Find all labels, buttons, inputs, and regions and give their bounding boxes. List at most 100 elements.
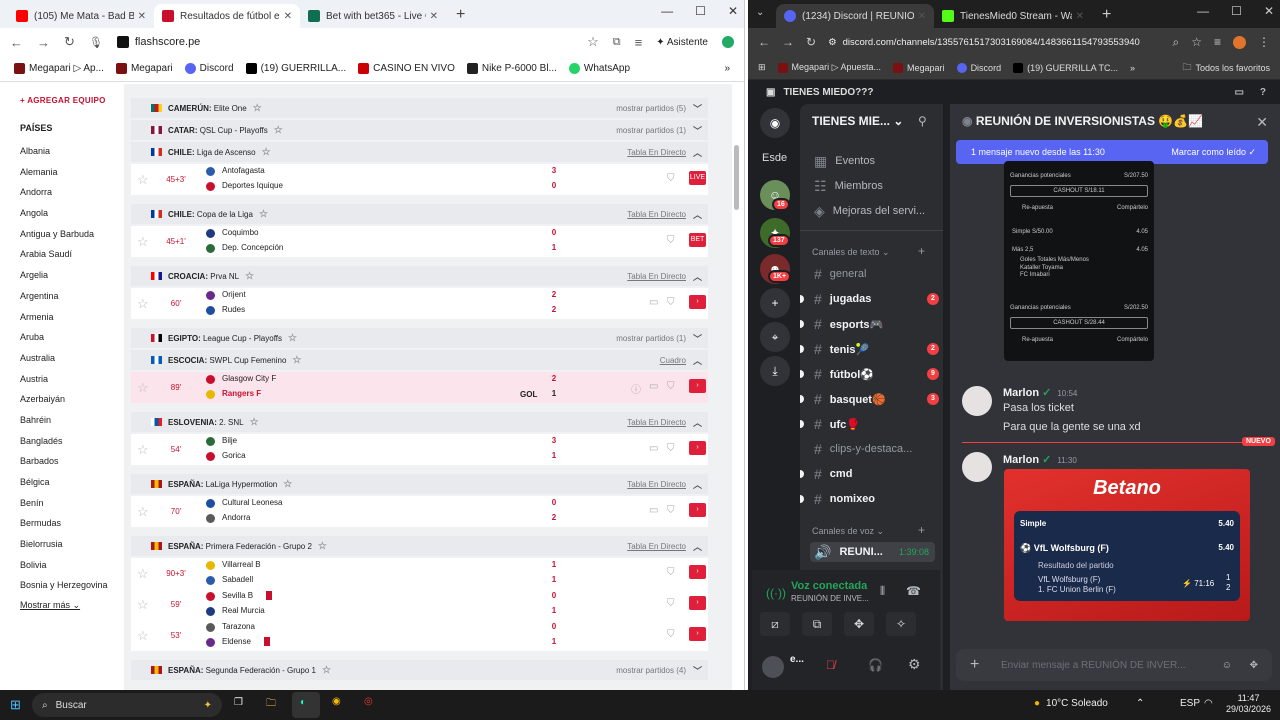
add-server-icon[interactable]: + bbox=[760, 288, 790, 318]
chevron-up-icon[interactable]: ︿ bbox=[693, 540, 702, 553]
league-header[interactable]: CHILE: Copa de la Liga ☆ Tabla En Directo ︿ bbox=[131, 204, 708, 224]
league-action[interactable]: Tabla En Directo bbox=[627, 210, 686, 219]
match-row[interactable]: ☆ 59' Sevilla B Real Murcia 0 1 ⛉ › bbox=[131, 589, 708, 620]
jersey-icon[interactable]: ⛉ bbox=[667, 567, 675, 578]
server-name-header[interactable]: TIENES MIE... ⌄ bbox=[812, 114, 903, 128]
profile-icon[interactable] bbox=[722, 36, 734, 48]
chevron-down-icon[interactable]: ﹀ bbox=[693, 332, 702, 345]
task-view-icon[interactable]: ❐ bbox=[234, 697, 243, 708]
bookmark-2[interactable]: Megapari bbox=[115, 63, 173, 74]
channel-item[interactable]: # tenis🎾 2 bbox=[800, 339, 939, 359]
country-item[interactable]: Aruba bbox=[0, 327, 124, 348]
league-action[interactable]: Tabla En Directo bbox=[627, 148, 686, 157]
show-more-link[interactable]: Mostrar más ⌄ bbox=[0, 600, 124, 611]
jersey-icon[interactable]: ⛉ bbox=[667, 598, 675, 609]
star-icon[interactable]: ☆ bbox=[137, 597, 149, 613]
activities-icon[interactable]: ✥ bbox=[844, 612, 874, 636]
match-row[interactable]: ☆ 70' Cultural Leonesa Andorra 0 2 ⛉ ▭ › bbox=[131, 496, 708, 527]
bookmark-1[interactable]: Megapari ▷ Apuesta... bbox=[777, 62, 881, 73]
close-icon[interactable]: ✕ bbox=[918, 11, 926, 22]
channel-item[interactable]: # ufc🥊 bbox=[800, 414, 939, 434]
screen-share-icon[interactable]: ⧉ bbox=[802, 612, 832, 636]
clock[interactable]: 11:47 29/03/2026 bbox=[1226, 693, 1271, 715]
message-author[interactable]: Marlon ✓ 10:54 bbox=[1003, 386, 1077, 399]
apps-icon[interactable]: ⊞ bbox=[758, 62, 766, 73]
jersey-icon[interactable]: ⛉ bbox=[667, 297, 675, 308]
zoom-icon[interactable]: ⌕ bbox=[1172, 35, 1179, 50]
betano-screenshot[interactable]: Betano Simple 5.40 ⚽ VfL Wolfsburg (F) 5… bbox=[1004, 469, 1250, 621]
mic-icon[interactable]: 🎙 bbox=[89, 36, 103, 49]
chrome-icon[interactable]: ◉ bbox=[332, 696, 341, 707]
pin-icon[interactable]: ☆ bbox=[250, 417, 259, 428]
boosts-item[interactable]: ◈ Mejoras del servi... bbox=[814, 201, 939, 221]
members-item[interactable]: ☷ Miembros bbox=[814, 176, 939, 196]
league-action[interactable]: mostrar partidos (4) bbox=[616, 666, 686, 675]
country-item[interactable]: Argentina bbox=[0, 286, 124, 307]
country-item[interactable]: Bosnia y Herzegovina bbox=[0, 575, 124, 596]
tab-youtube[interactable]: (105) Me Mata - Bad Bunny ✕ bbox=[8, 4, 154, 28]
pin-icon[interactable]: ☆ bbox=[245, 271, 254, 282]
add-team-link[interactable]: + AGREGAR EQUIPO bbox=[20, 96, 124, 105]
channel-item[interactable]: # nomixeo bbox=[800, 489, 939, 509]
extensions-icon[interactable]: ⧉ bbox=[613, 36, 621, 49]
new-tab-button[interactable]: + bbox=[1102, 6, 1111, 24]
channel-item[interactable]: # clips-y-destaca... bbox=[814, 439, 939, 459]
match-row[interactable]: ☆ 89' Glasgow City F Rangers F 2 1 GOL ⛉ ▭ ⓘ › bbox=[131, 372, 708, 403]
opera-icon[interactable]: ◎ bbox=[364, 696, 373, 707]
live-bet-button[interactable]: LIVE bbox=[689, 171, 706, 185]
star-icon[interactable]: ☆ bbox=[137, 442, 149, 458]
pin-icon[interactable]: ☆ bbox=[322, 665, 331, 676]
bookmark-5[interactable]: CASINO EN VIVO bbox=[358, 63, 455, 74]
league-header[interactable]: ESPAÑA: Segunda Federación - Grupo 1 ☆ mos… bbox=[131, 660, 708, 680]
bookmark-1[interactable]: Megapari ▷ Ap... bbox=[14, 63, 104, 74]
country-item[interactable]: Andorra bbox=[0, 182, 124, 203]
league-action[interactable]: Tabla En Directo bbox=[627, 272, 686, 281]
mute-icon[interactable]: 🎙̸ bbox=[826, 658, 835, 672]
apps-icon[interactable]: ✥ bbox=[1250, 660, 1258, 671]
country-item[interactable]: Azerbaiyán bbox=[0, 389, 124, 410]
country-item[interactable]: Antigua y Barbuda bbox=[0, 224, 124, 245]
close-window-icon[interactable]: ✕ bbox=[1264, 4, 1274, 18]
live-bet-button[interactable]: › bbox=[689, 503, 706, 517]
chevron-up-icon[interactable]: ︿ bbox=[693, 478, 702, 491]
tv-icon[interactable]: ▭ bbox=[649, 297, 658, 308]
star-icon[interactable]: ☆ bbox=[137, 234, 149, 250]
text-category[interactable]: Canales de texto ⌄ bbox=[812, 247, 890, 258]
pin-icon[interactable]: ☆ bbox=[274, 125, 283, 136]
chevron-down-icon[interactable]: ﹀ bbox=[693, 124, 702, 137]
close-window-icon[interactable]: ✕ bbox=[728, 4, 738, 18]
message-author[interactable]: Marlon ✓ 11:30 bbox=[1003, 453, 1077, 466]
menu-lines-icon[interactable]: ≡ bbox=[1214, 35, 1221, 49]
pin-icon[interactable]: ☆ bbox=[283, 479, 292, 490]
menu-lines-icon[interactable]: ≡ bbox=[635, 35, 643, 50]
soundboard-icon[interactable]: ✧ bbox=[886, 612, 916, 636]
country-item[interactable]: Bahréin bbox=[0, 410, 124, 431]
close-thread-icon[interactable]: ✕ bbox=[1256, 114, 1268, 131]
assistant-button[interactable]: ✦ Asistente bbox=[656, 37, 708, 48]
chevron-up-icon[interactable]: ︿ bbox=[693, 354, 702, 367]
reload-icon[interactable]: ↻ bbox=[806, 35, 816, 49]
live-bet-button[interactable]: BET bbox=[689, 233, 706, 247]
league-action[interactable]: mostrar partidos (1) bbox=[616, 126, 686, 135]
country-item[interactable]: Benín bbox=[0, 493, 124, 514]
league-action[interactable]: Tabla En Directo bbox=[627, 542, 686, 551]
bookmark-3[interactable]: Discord bbox=[956, 62, 1001, 73]
jersey-icon[interactable]: ⛉ bbox=[667, 173, 675, 184]
channel-item[interactable]: # cmd bbox=[800, 464, 939, 484]
league-header[interactable]: CAMERÚN: Elite One ☆ mostrar partidos (5) ﹀ bbox=[131, 98, 708, 118]
live-bet-button[interactable]: › bbox=[689, 441, 706, 455]
country-item[interactable]: Bangladés bbox=[0, 431, 124, 452]
tv-icon[interactable]: ▭ bbox=[649, 381, 658, 392]
match-row[interactable]: ☆ 60' Orijent Rudes 2 2 ⛉ ▭ › bbox=[131, 288, 708, 319]
noise-icon[interactable]: ⫴ bbox=[880, 584, 885, 599]
league-header[interactable]: ESLOVENIA: 2. SNL ☆ Tabla En Directo ︿ bbox=[131, 412, 708, 432]
bookmark-2[interactable]: Megapari bbox=[893, 62, 945, 73]
tray-chevron-icon[interactable]: ⌃ bbox=[1136, 698, 1144, 709]
camera-off-icon[interactable]: ⧄ bbox=[760, 612, 790, 636]
league-header[interactable]: ESCOCIA: SWPL Cup Femenino ☆ Cuadro ︿ bbox=[131, 350, 708, 370]
tab-search-icon[interactable]: ⌄ bbox=[756, 7, 764, 18]
add-channel-icon[interactable]: + bbox=[918, 244, 925, 258]
chevron-down-icon[interactable]: ﹀ bbox=[693, 664, 702, 677]
profile-icon[interactable] bbox=[1233, 35, 1246, 49]
inbox-icon[interactable]: ▭ bbox=[1234, 87, 1243, 98]
